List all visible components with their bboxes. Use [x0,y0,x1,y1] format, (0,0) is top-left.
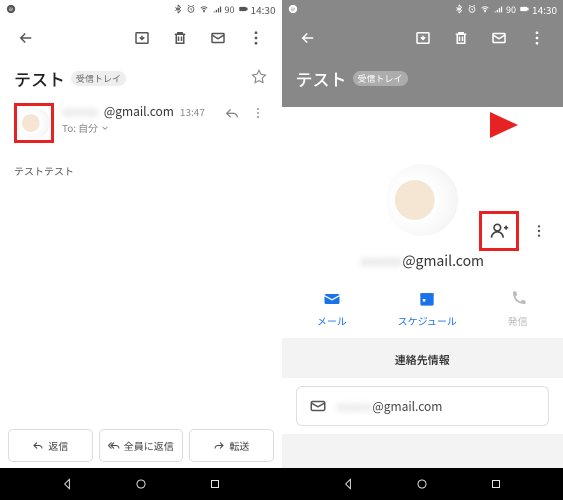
forward-button[interactable]: 転送 [189,429,274,462]
archive-icon[interactable] [407,22,439,54]
action-mail[interactable]: メール [317,289,347,328]
nav-home-icon[interactable] [415,477,429,491]
more-icon[interactable] [521,22,553,54]
reply-icon [32,440,44,452]
mark-unread-icon[interactable] [483,22,515,54]
subject-row-dim: テスト 受信トレイ [282,58,563,107]
info-email-card[interactable]: xxxxxx@gmail.com [296,386,550,426]
spotify-icon [6,2,16,17]
back-arrow-icon[interactable] [292,22,324,54]
alarm-icon [186,2,196,17]
sender-name: xxxxxx [62,103,98,120]
to-value: 自分 [78,120,98,135]
phone-right: 90 14:30 テスト 受信トレイ xxxxxx@gmail.com [282,0,563,500]
info-email-domain: @gmail.com [372,398,442,415]
highlight-avatar [14,103,54,143]
contact-email: xxxxxx@gmail.com [282,251,563,271]
add-contact-button[interactable] [483,215,515,247]
forward-label: 転送 [229,438,249,453]
label-chip: 受信トレイ [71,71,126,86]
sender-email: @gmail.com [104,103,174,120]
label-chip: 受信トレイ [353,71,408,86]
nav-recent-icon[interactable] [208,477,222,491]
trash-icon[interactable] [445,22,477,54]
bluetooth-icon [454,2,464,17]
more-contact-icon[interactable] [523,215,555,247]
to-line[interactable]: To: 自分 [62,120,216,135]
chevron-down-icon [100,123,110,133]
info-email-name: xxxxxx [337,398,373,415]
action-schedule-label: スケジュール [398,313,457,328]
mail-icon [322,289,342,309]
back-arrow-icon[interactable] [10,22,42,54]
reply-label: 返信 [48,438,68,453]
nav-bar [0,468,282,500]
bluetooth-icon [173,2,183,17]
clock: 14:30 [532,2,557,17]
toolbar-dim [282,18,563,58]
battery-label: 90 [506,3,516,16]
more-icon[interactable] [240,22,272,54]
sheet-background [282,434,563,468]
wifi-icon [199,2,209,17]
nav-bar [282,468,563,500]
nav-back-icon[interactable] [60,477,74,491]
mark-unread-icon[interactable] [202,22,234,54]
trash-icon[interactable] [164,22,196,54]
nav-recent-icon[interactable] [489,477,503,491]
contact-actions: メール スケジュール 発信 [282,271,563,338]
forward-icon [213,440,225,452]
action-call: 発信 [508,289,528,328]
contact-sheet: xxxxxx@gmail.com メール スケジュール 発信 連絡先情報 xxx… [282,201,563,468]
calendar-icon [417,289,437,309]
to-prefix: To: [62,120,76,135]
alarm-icon [467,2,477,17]
nav-back-icon[interactable] [341,477,355,491]
star-icon[interactable] [250,67,268,91]
email-subject: テスト [14,66,65,91]
sender-row: xxxxxx @gmail.com 13:47 To: 自分 [0,95,282,151]
contact-email-domain: @gmail.com [402,251,484,271]
toolbar [0,18,282,58]
sender-time: 13:47 [180,104,205,119]
spotify-icon [288,2,298,17]
contact-avatar [383,161,461,239]
reply-sender-icon[interactable] [224,103,240,127]
phone-icon [508,289,528,309]
clock: 14:30 [251,2,276,17]
nav-home-icon[interactable] [134,477,148,491]
contact-email-name: xxxxxx [360,251,402,271]
reply-all-icon [108,440,120,452]
action-schedule[interactable]: スケジュール [398,289,457,328]
reply-bar: 返信 全員に返信 転送 [0,423,282,468]
highlight-add-contact [479,211,519,251]
subject-row: テスト 受信トレイ [0,58,282,95]
archive-icon[interactable] [126,22,158,54]
info-list: xxxxxx@gmail.com [282,378,563,434]
status-bar: 90 14:30 [0,0,282,18]
reply-all-button[interactable]: 全員に返信 [99,429,184,462]
mail-outline-icon [309,397,327,415]
status-bar: 90 14:30 [282,0,563,18]
signal-icon [212,2,222,17]
signal-icon [493,2,503,17]
more-sender-icon[interactable] [248,103,268,123]
email-subject: テスト [296,66,347,91]
phone-left: 90 14:30 テスト 受信トレイ [0,0,282,500]
reply-button[interactable]: 返信 [8,429,93,462]
action-mail-label: メール [317,313,347,328]
action-call-label: 発信 [508,313,528,328]
reply-all-label: 全員に返信 [124,438,174,453]
battery-label: 90 [225,3,235,16]
email-body: テストテスト [0,151,282,423]
avatar[interactable] [18,107,50,139]
section-contact-info: 連絡先情報 [282,338,563,378]
battery-icon [238,2,248,17]
battery-icon [519,2,529,17]
wifi-icon [480,2,490,17]
